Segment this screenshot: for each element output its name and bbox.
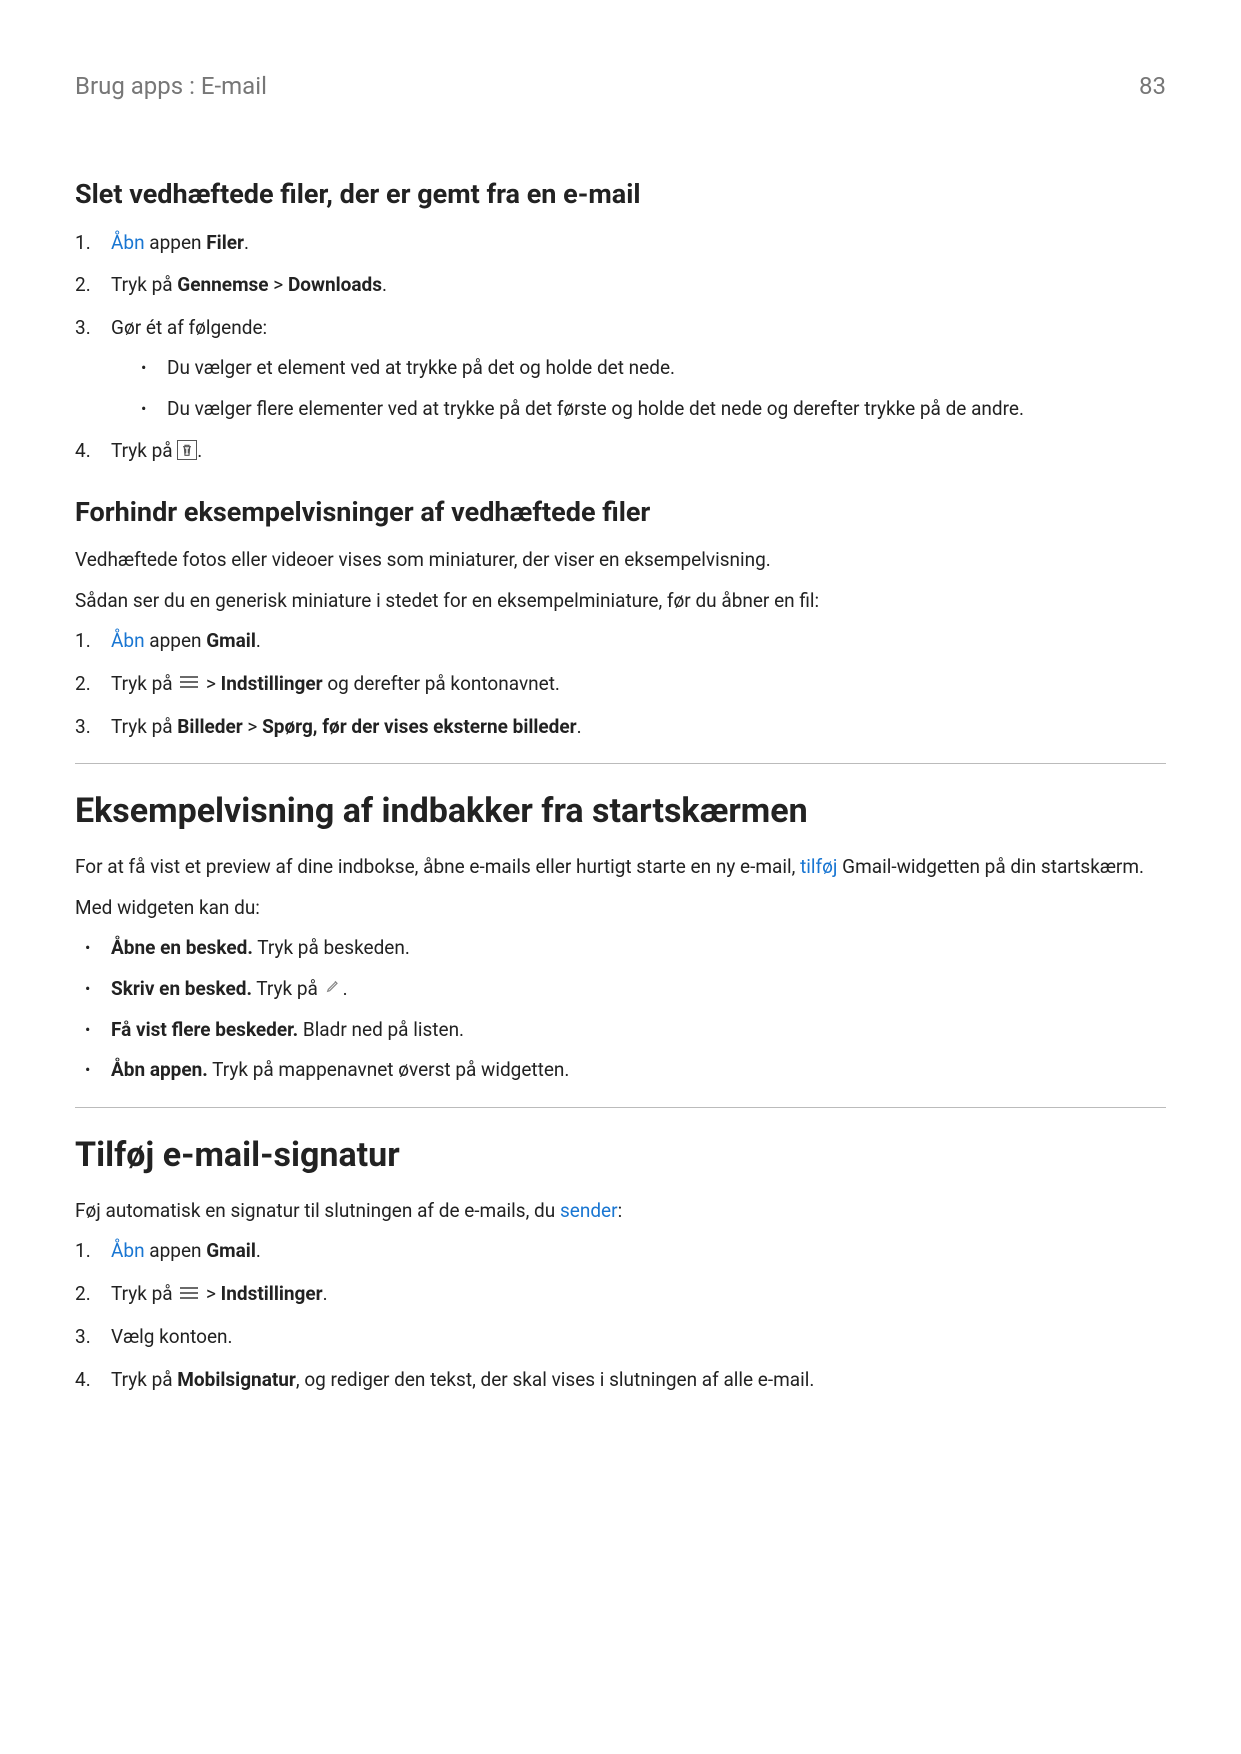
text: Gmail-widgetten på din startskærm. <box>837 855 1144 878</box>
open-link[interactable]: Åbn <box>111 629 145 652</box>
text: Tryk på <box>111 672 177 695</box>
hamburger-icon <box>179 1280 199 1309</box>
step: Åbn appen Filer. <box>75 229 1166 258</box>
section3-heading: Eksempelvisning af indbakker fra startsk… <box>75 786 1166 837</box>
bold: Indstillinger <box>221 1282 323 1305</box>
text: appen <box>145 231 207 254</box>
text: . <box>197 439 202 462</box>
list-item: Åbn appen. Tryk på mappenavnet øverst på… <box>75 1056 1166 1085</box>
section2-steps: Åbn appen Gmail. Tryk på > Indstillinger… <box>75 627 1166 741</box>
substep: Du vælger flere elementer ved at trykke … <box>131 395 1166 424</box>
step: Gør ét af følgende: Du vælger et element… <box>75 314 1166 424</box>
hamburger-icon <box>179 669 199 698</box>
bold: Spørg, før der vises eksterne billeder <box>262 715 577 738</box>
text: > <box>201 1282 220 1305</box>
text: Bladr ned på listen. <box>298 1018 464 1041</box>
divider <box>75 1107 1166 1108</box>
text: . <box>343 977 348 1000</box>
paragraph: Vedhæftede fotos eller videoer vises som… <box>75 546 1166 575</box>
page-number: 83 <box>1139 68 1166 104</box>
step: Tryk på Gennemse > Downloads. <box>75 271 1166 300</box>
step: Åbn appen Gmail. <box>75 627 1166 656</box>
section1-heading: Slet vedhæftede filer, der er gemt fra e… <box>75 174 1166 215</box>
text: , og rediger den tekst, der skal vises i… <box>296 1368 815 1391</box>
paragraph: For at få vist et preview af dine indbok… <box>75 853 1166 882</box>
section1-steps: Åbn appen Filer. Tryk på Gennemse > Down… <box>75 229 1166 466</box>
page-header: Brug apps : E-mail 83 <box>75 68 1166 104</box>
text: > <box>269 273 288 296</box>
text: Føj automatisk en signatur til slutninge… <box>75 1199 560 1222</box>
divider <box>75 763 1166 764</box>
bold: Gmail <box>206 629 256 652</box>
bold: Åbne en besked. <box>111 936 253 959</box>
text: . <box>323 1282 328 1305</box>
bold: Mobilsignatur <box>177 1368 296 1391</box>
section3-bullets: Åbne en besked. Tryk på beskeden. Skriv … <box>75 934 1166 1085</box>
text: Tryk på <box>111 1368 177 1391</box>
bold: Indstillinger <box>221 672 323 695</box>
bold: Skriv en besked. <box>111 977 252 1000</box>
section4-heading: Tilføj e-mail-signatur <box>75 1130 1166 1181</box>
bold: Gmail <box>206 1239 256 1262</box>
paragraph: Med widgeten kan du: <box>75 894 1166 923</box>
text: . <box>256 1239 261 1262</box>
text: . <box>382 273 387 296</box>
section4-steps: Åbn appen Gmail. Tryk på > Indstillinger… <box>75 1237 1166 1394</box>
section2-heading: Forhindr eksempelvisninger af vedhæftede… <box>75 492 1166 533</box>
substep: Du vælger et element ved at trykke på de… <box>131 354 1166 383</box>
open-link[interactable]: Åbn <box>111 1239 145 1262</box>
step: Tryk på Billeder > Spørg, før der vises … <box>75 713 1166 742</box>
step: Åbn appen Gmail. <box>75 1237 1166 1266</box>
bold: Filer <box>206 231 244 254</box>
list-item: Skriv en besked. Tryk på . <box>75 975 1166 1004</box>
text: og derefter på kontonavnet. <box>323 672 560 695</box>
text: . <box>577 715 582 738</box>
paragraph: Sådan ser du en generisk miniature i ste… <box>75 587 1166 616</box>
text: > <box>201 672 220 695</box>
list-item: Få vist flere beskeder. Bladr ned på lis… <box>75 1016 1166 1045</box>
step: Tryk på > Indstillinger. <box>75 1280 1166 1309</box>
list-item: Åbne en besked. Tryk på beskeden. <box>75 934 1166 963</box>
text: Tryk på <box>252 977 323 1000</box>
step: Tryk på > Indstillinger og derefter på k… <box>75 670 1166 699</box>
text: Tryk på <box>111 1282 177 1305</box>
add-link[interactable]: tilføj <box>800 855 837 878</box>
text: Gør ét af følgende: <box>111 316 267 339</box>
step: Vælg kontoen. <box>75 1323 1166 1352</box>
send-link[interactable]: sender <box>560 1199 618 1222</box>
breadcrumb: Brug apps : E-mail <box>75 68 267 104</box>
text: Tryk på <box>111 273 177 296</box>
text: Tryk på <box>111 439 177 462</box>
step: Tryk på Mobilsignatur, og rediger den te… <box>75 1366 1166 1395</box>
bold: Få vist flere beskeder. <box>111 1018 298 1041</box>
pencil-icon <box>325 974 341 1003</box>
text: > <box>243 715 262 738</box>
bold: Billeder <box>177 715 242 738</box>
text: Tryk på mappenavnet øverst på widgetten. <box>208 1058 570 1081</box>
bold: Gennemse <box>177 273 268 296</box>
bold: Åbn appen. <box>111 1058 208 1081</box>
text: For at få vist et preview af dine indbok… <box>75 855 800 878</box>
step: Tryk på . <box>75 437 1166 466</box>
text: . <box>256 629 261 652</box>
text: appen <box>145 1239 207 1262</box>
text: Tryk på beskeden. <box>253 936 410 959</box>
text: : <box>618 1199 623 1222</box>
bold: Downloads <box>288 273 382 296</box>
text: Tryk på <box>111 715 177 738</box>
trash-icon <box>177 440 197 460</box>
text: appen <box>145 629 207 652</box>
substeps: Du vælger et element ved at trykke på de… <box>131 354 1166 423</box>
paragraph: Føj automatisk en signatur til slutninge… <box>75 1197 1166 1226</box>
open-link[interactable]: Åbn <box>111 231 145 254</box>
text: . <box>244 231 249 254</box>
